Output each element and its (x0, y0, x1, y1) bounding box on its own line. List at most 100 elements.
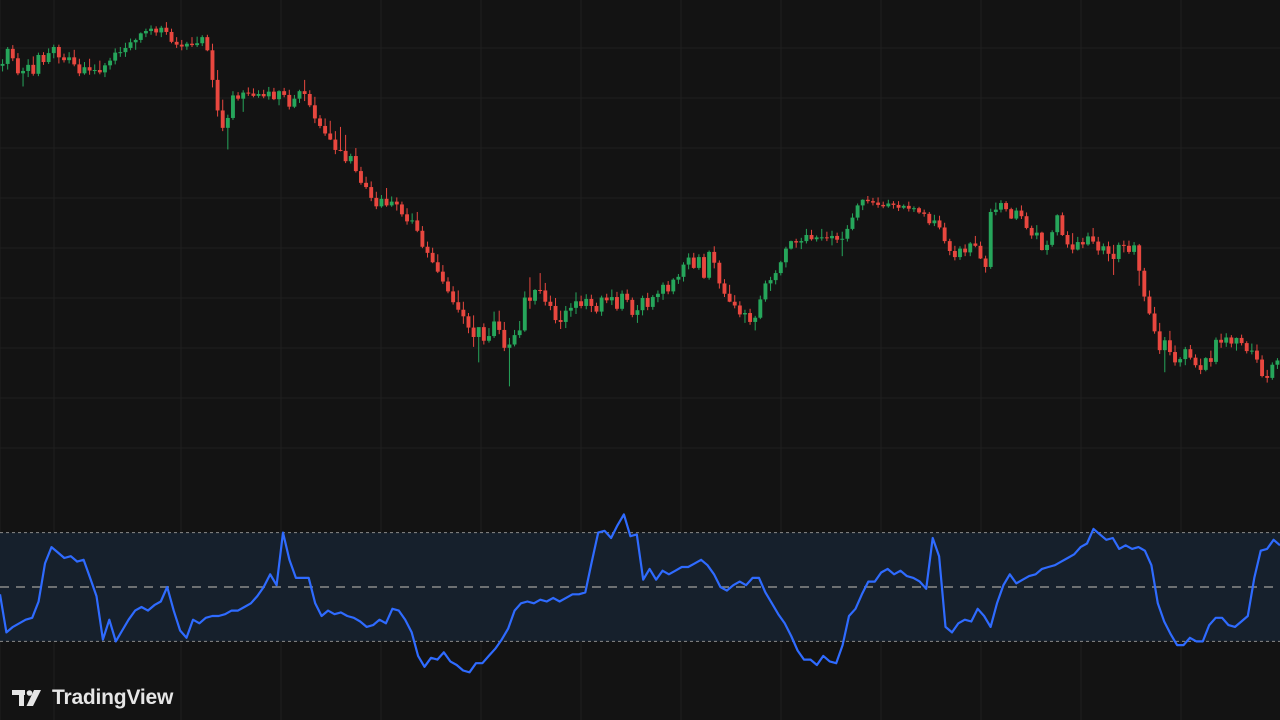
candle-body (717, 262, 722, 284)
candle-body (968, 243, 973, 253)
candle-up (609, 289, 614, 306)
candle-body (323, 125, 328, 134)
candle-down (1255, 344, 1259, 363)
candle-body (1162, 340, 1167, 351)
candle-down (1024, 212, 1029, 230)
candle-up (1101, 243, 1106, 255)
candle-body (133, 39, 138, 43)
candle-body (1198, 365, 1203, 370)
candle-body (451, 291, 456, 303)
candle-up (830, 230, 834, 246)
candle-body (384, 198, 389, 206)
candle-down (1009, 207, 1014, 220)
candle-up (492, 311, 497, 338)
candle-up (1275, 358, 1280, 369)
candle-body (348, 156, 353, 162)
candle-down (871, 197, 875, 206)
candle-body (128, 42, 133, 48)
candle-body (1086, 236, 1090, 245)
candle-body (563, 310, 568, 322)
candle-down (405, 208, 409, 225)
candle-up (231, 91, 235, 120)
candle-body (36, 54, 41, 74)
candle-down (1167, 330, 1172, 356)
candle-body (241, 92, 246, 99)
candle-down (702, 253, 706, 279)
candle-down (891, 201, 896, 209)
candle-down (553, 297, 558, 324)
candle-body (1208, 358, 1213, 362)
candle-body (297, 91, 302, 99)
candle-down (732, 295, 737, 309)
candle-down (1229, 335, 1234, 348)
candle-up (650, 295, 655, 310)
candle-body (896, 204, 901, 208)
candle-down (374, 191, 379, 210)
candle-body (886, 203, 891, 207)
candle-body (768, 280, 773, 284)
candle-body (103, 65, 107, 73)
candle-down (922, 209, 927, 217)
candle-body (830, 235, 834, 239)
candle-down (190, 37, 194, 47)
candle-down (446, 277, 450, 294)
candle-body (855, 205, 860, 218)
candle-body (507, 344, 512, 348)
candle-body (471, 327, 476, 337)
candle-down (246, 87, 251, 96)
candle-body (149, 28, 153, 32)
candle-down (947, 238, 952, 256)
candle-down (77, 58, 82, 77)
candle-up (999, 200, 1003, 213)
candle-body (415, 220, 420, 231)
candle-body (615, 297, 619, 309)
candle-body (0, 63, 5, 66)
candle-body (599, 297, 604, 312)
candle-down (794, 238, 799, 248)
candle-up (1116, 242, 1121, 263)
candle-up (225, 114, 230, 150)
candle-body (860, 199, 865, 206)
candle-body (72, 57, 77, 65)
candle-down (353, 148, 358, 173)
tradingview-brand[interactable]: TradingView (12, 684, 173, 712)
candle-body (579, 301, 584, 306)
candle-body (1183, 349, 1188, 360)
candle-down (927, 211, 932, 226)
candle-up (67, 52, 72, 64)
candle-down (1004, 201, 1009, 212)
candle-body (1101, 246, 1106, 251)
candle-body (645, 297, 650, 307)
candle-body (871, 201, 875, 203)
candle-body (676, 276, 681, 280)
candle-body (1024, 216, 1029, 228)
candle-down (179, 39, 184, 51)
candle-body (620, 293, 625, 309)
candle-down (56, 44, 61, 64)
candle-body (1203, 358, 1208, 370)
candle-body (1060, 215, 1065, 235)
candle-down (835, 232, 840, 243)
candle-body (77, 64, 82, 74)
candle-down (174, 37, 179, 48)
candle-down (1244, 341, 1249, 354)
candle-down (1091, 227, 1096, 244)
candle-body (696, 257, 701, 268)
candle-up (758, 295, 763, 320)
candle-body (568, 307, 573, 311)
chart-area[interactable] (0, 0, 1280, 720)
candle-down (1137, 243, 1142, 286)
candle-body (41, 54, 46, 63)
candle-body (190, 43, 194, 46)
candle-body (195, 43, 200, 46)
candle-body (15, 58, 20, 74)
candle-up (138, 32, 143, 43)
candle-body (958, 248, 962, 258)
candle-down (251, 88, 256, 98)
candle-up (149, 25, 153, 35)
candle-body (783, 248, 788, 263)
candle-down (630, 297, 635, 318)
candle-body (200, 37, 205, 44)
candle-body (328, 133, 333, 140)
candle-up (696, 254, 701, 270)
